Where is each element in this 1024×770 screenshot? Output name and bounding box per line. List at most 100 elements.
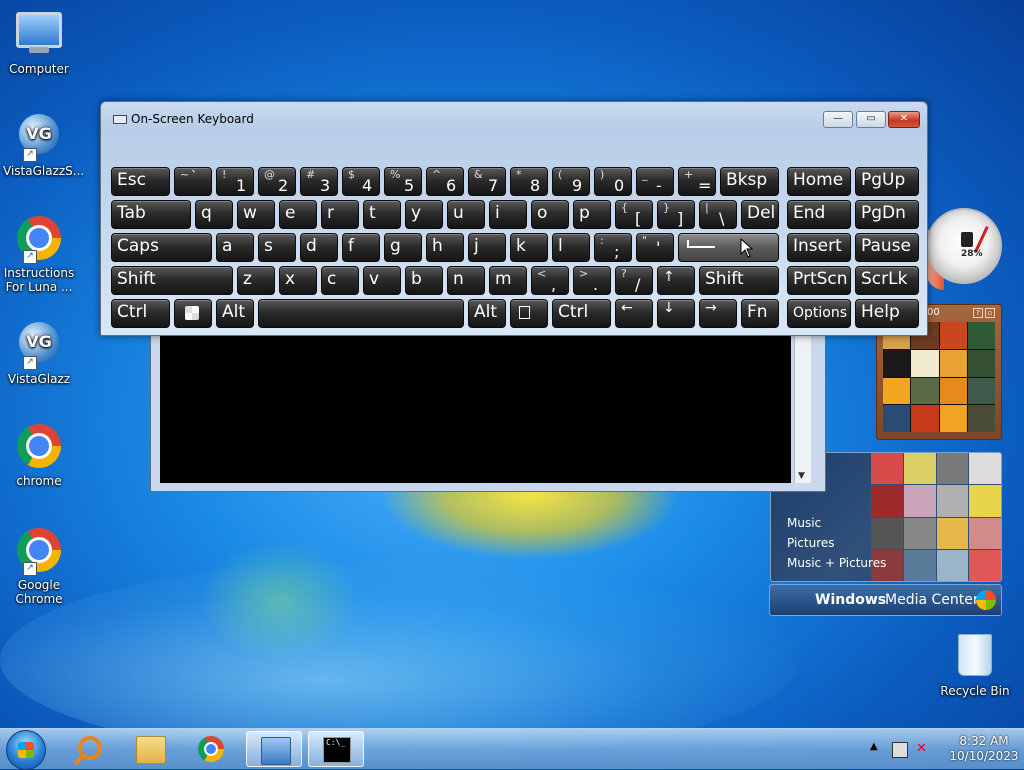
key-l[interactable]: l (552, 233, 590, 262)
key-comma[interactable]: <, (531, 266, 569, 295)
key-8[interactable]: * 8 (510, 167, 548, 196)
key-k[interactable]: k (510, 233, 548, 262)
key-w[interactable]: w (237, 200, 275, 229)
show-hidden-icons-button[interactable]: ▲ (870, 741, 878, 752)
key-pause[interactable]: Pause (855, 233, 919, 262)
key-esc[interactable]: Esc (111, 167, 170, 196)
key-right-alt[interactable]: Alt (468, 299, 506, 328)
desktop-icon-chrome[interactable]: chrome (3, 422, 75, 488)
maximize-button[interactable]: ▭ (856, 111, 886, 128)
media-item-music-pictures[interactable]: Music + Pictures (787, 553, 886, 573)
close-button[interactable]: ✕ (888, 111, 920, 128)
key-2[interactable]: @2 (258, 167, 296, 196)
puzzle-grid[interactable] (883, 322, 995, 432)
key-end[interactable]: End (787, 200, 851, 229)
key-y[interactable]: y (405, 200, 443, 229)
key-home[interactable]: Home (787, 167, 851, 196)
key-4[interactable]: $4 (342, 167, 380, 196)
key-v[interactable]: v (363, 266, 401, 295)
on-screen-keyboard-window[interactable]: On-Screen Keyboard — ▭ ✕ Esc ~ ` ! 1 @2 #3… (100, 101, 928, 336)
key-insert[interactable]: Insert (787, 233, 851, 262)
key-p[interactable]: p (573, 200, 611, 229)
key-e[interactable]: e (279, 200, 317, 229)
key-u[interactable]: u (447, 200, 485, 229)
key-left-shift[interactable]: Shift (111, 266, 233, 295)
key-backslash[interactable]: | \ (699, 200, 737, 229)
key-left-alt[interactable]: Alt (216, 299, 254, 328)
key-period[interactable]: >. (573, 266, 611, 295)
key-0[interactable]: ) 0 (594, 167, 632, 196)
key-backspace[interactable]: Bksp (720, 167, 779, 196)
key-slash[interactable]: ? / (615, 266, 653, 295)
key-n[interactable]: n (447, 266, 485, 295)
clock[interactable]: 8:32 AM 10/10/2023 (944, 734, 1024, 764)
volume-muted-icon[interactable]: ✕ (916, 741, 932, 757)
key-pgdn[interactable]: PgDn (855, 200, 919, 229)
taskbar-search[interactable] (62, 731, 118, 767)
key-caps[interactable]: Caps (111, 233, 212, 262)
key-semicolon[interactable]: :; (594, 233, 632, 262)
key-prtscn[interactable]: PrtScn (787, 266, 851, 295)
key-t[interactable]: t (363, 200, 401, 229)
key-5[interactable]: % 5 (384, 167, 422, 196)
key-fn[interactable]: Fn (741, 299, 779, 328)
key-f[interactable]: f (342, 233, 380, 262)
key-right-ctrl[interactable]: Ctrl (552, 299, 611, 328)
start-button[interactable] (6, 730, 46, 770)
desktop-icon-computer[interactable]: Computer (3, 6, 75, 76)
key-right-arrow[interactable]: → (699, 299, 737, 328)
key-quote[interactable]: " ' (636, 233, 674, 262)
key-c[interactable]: c (321, 266, 359, 295)
key-right-shift[interactable]: Shift (699, 266, 779, 295)
key-7[interactable]: & 7 (468, 167, 506, 196)
key-tab[interactable]: Tab (111, 200, 191, 229)
key-h[interactable]: h (426, 233, 464, 262)
key-i[interactable]: i (489, 200, 527, 229)
key-b[interactable]: b (405, 266, 443, 295)
key-pgup[interactable]: PgUp (855, 167, 919, 196)
puzzle-help-button[interactable]: ? (973, 308, 983, 318)
key-help[interactable]: Help (855, 299, 919, 328)
key-scrlk[interactable]: ScrLk (855, 266, 919, 295)
cpu-meter-gadget[interactable]: 28% (926, 208, 1002, 284)
puzzle-picture-button[interactable]: ▫ (985, 308, 995, 318)
desktop-icon-recycle-bin[interactable]: Recycle Bin (939, 630, 1011, 698)
key-down-arrow[interactable]: ↓ (657, 299, 695, 328)
key-m[interactable]: m (489, 266, 527, 295)
key-windows[interactable] (174, 299, 212, 328)
network-icon[interactable] (892, 742, 908, 758)
taskbar-chrome[interactable] (184, 731, 240, 767)
key-menu[interactable] (510, 299, 548, 328)
key-x[interactable]: x (279, 266, 317, 295)
key-q[interactable]: q (195, 200, 233, 229)
key-left-arrow[interactable]: ← (615, 299, 653, 328)
taskbar-explorer[interactable] (122, 731, 178, 767)
key-right-bracket[interactable]: }] (657, 200, 695, 229)
media-item-music[interactable]: Music (787, 513, 886, 533)
key-z[interactable]: z (237, 266, 275, 295)
desktop-icon-google-chrome[interactable]: ↗ Google Chrome (3, 526, 75, 606)
desktop-icon-vistaglazzs[interactable]: VG ↗ VistaGlazzS... (3, 110, 84, 178)
key-g[interactable]: g (384, 233, 422, 262)
minimize-button[interactable]: — (823, 111, 853, 128)
key-r[interactable]: r (321, 200, 359, 229)
media-center-launch-bar[interactable]: Windows Media Center (769, 584, 1002, 616)
taskbar-cmd[interactable]: C:\_ (308, 731, 364, 767)
key-1[interactable]: ! 1 (216, 167, 254, 196)
console-output[interactable] (160, 333, 791, 483)
command-prompt-window[interactable]: ▼ (150, 325, 826, 492)
key-options[interactable]: Options (787, 299, 851, 328)
key-9[interactable]: (9 (552, 167, 590, 196)
key-left-bracket[interactable]: {[ (615, 200, 653, 229)
key-space[interactable] (258, 299, 464, 328)
key-del[interactable]: Del (741, 200, 779, 229)
key-left-ctrl[interactable]: Ctrl (111, 299, 170, 328)
key-s[interactable]: s (258, 233, 296, 262)
console-scrollbar[interactable]: ▼ (794, 333, 811, 483)
desktop-icon-vistaglazz[interactable]: VG ↗ VistaGlazz (3, 318, 75, 386)
media-item-pictures[interactable]: Pictures (787, 533, 886, 553)
key-a[interactable]: a (216, 233, 254, 262)
key-enter[interactable] (678, 233, 779, 262)
key-6[interactable]: ^ 6 (426, 167, 464, 196)
key-j[interactable]: j (468, 233, 506, 262)
